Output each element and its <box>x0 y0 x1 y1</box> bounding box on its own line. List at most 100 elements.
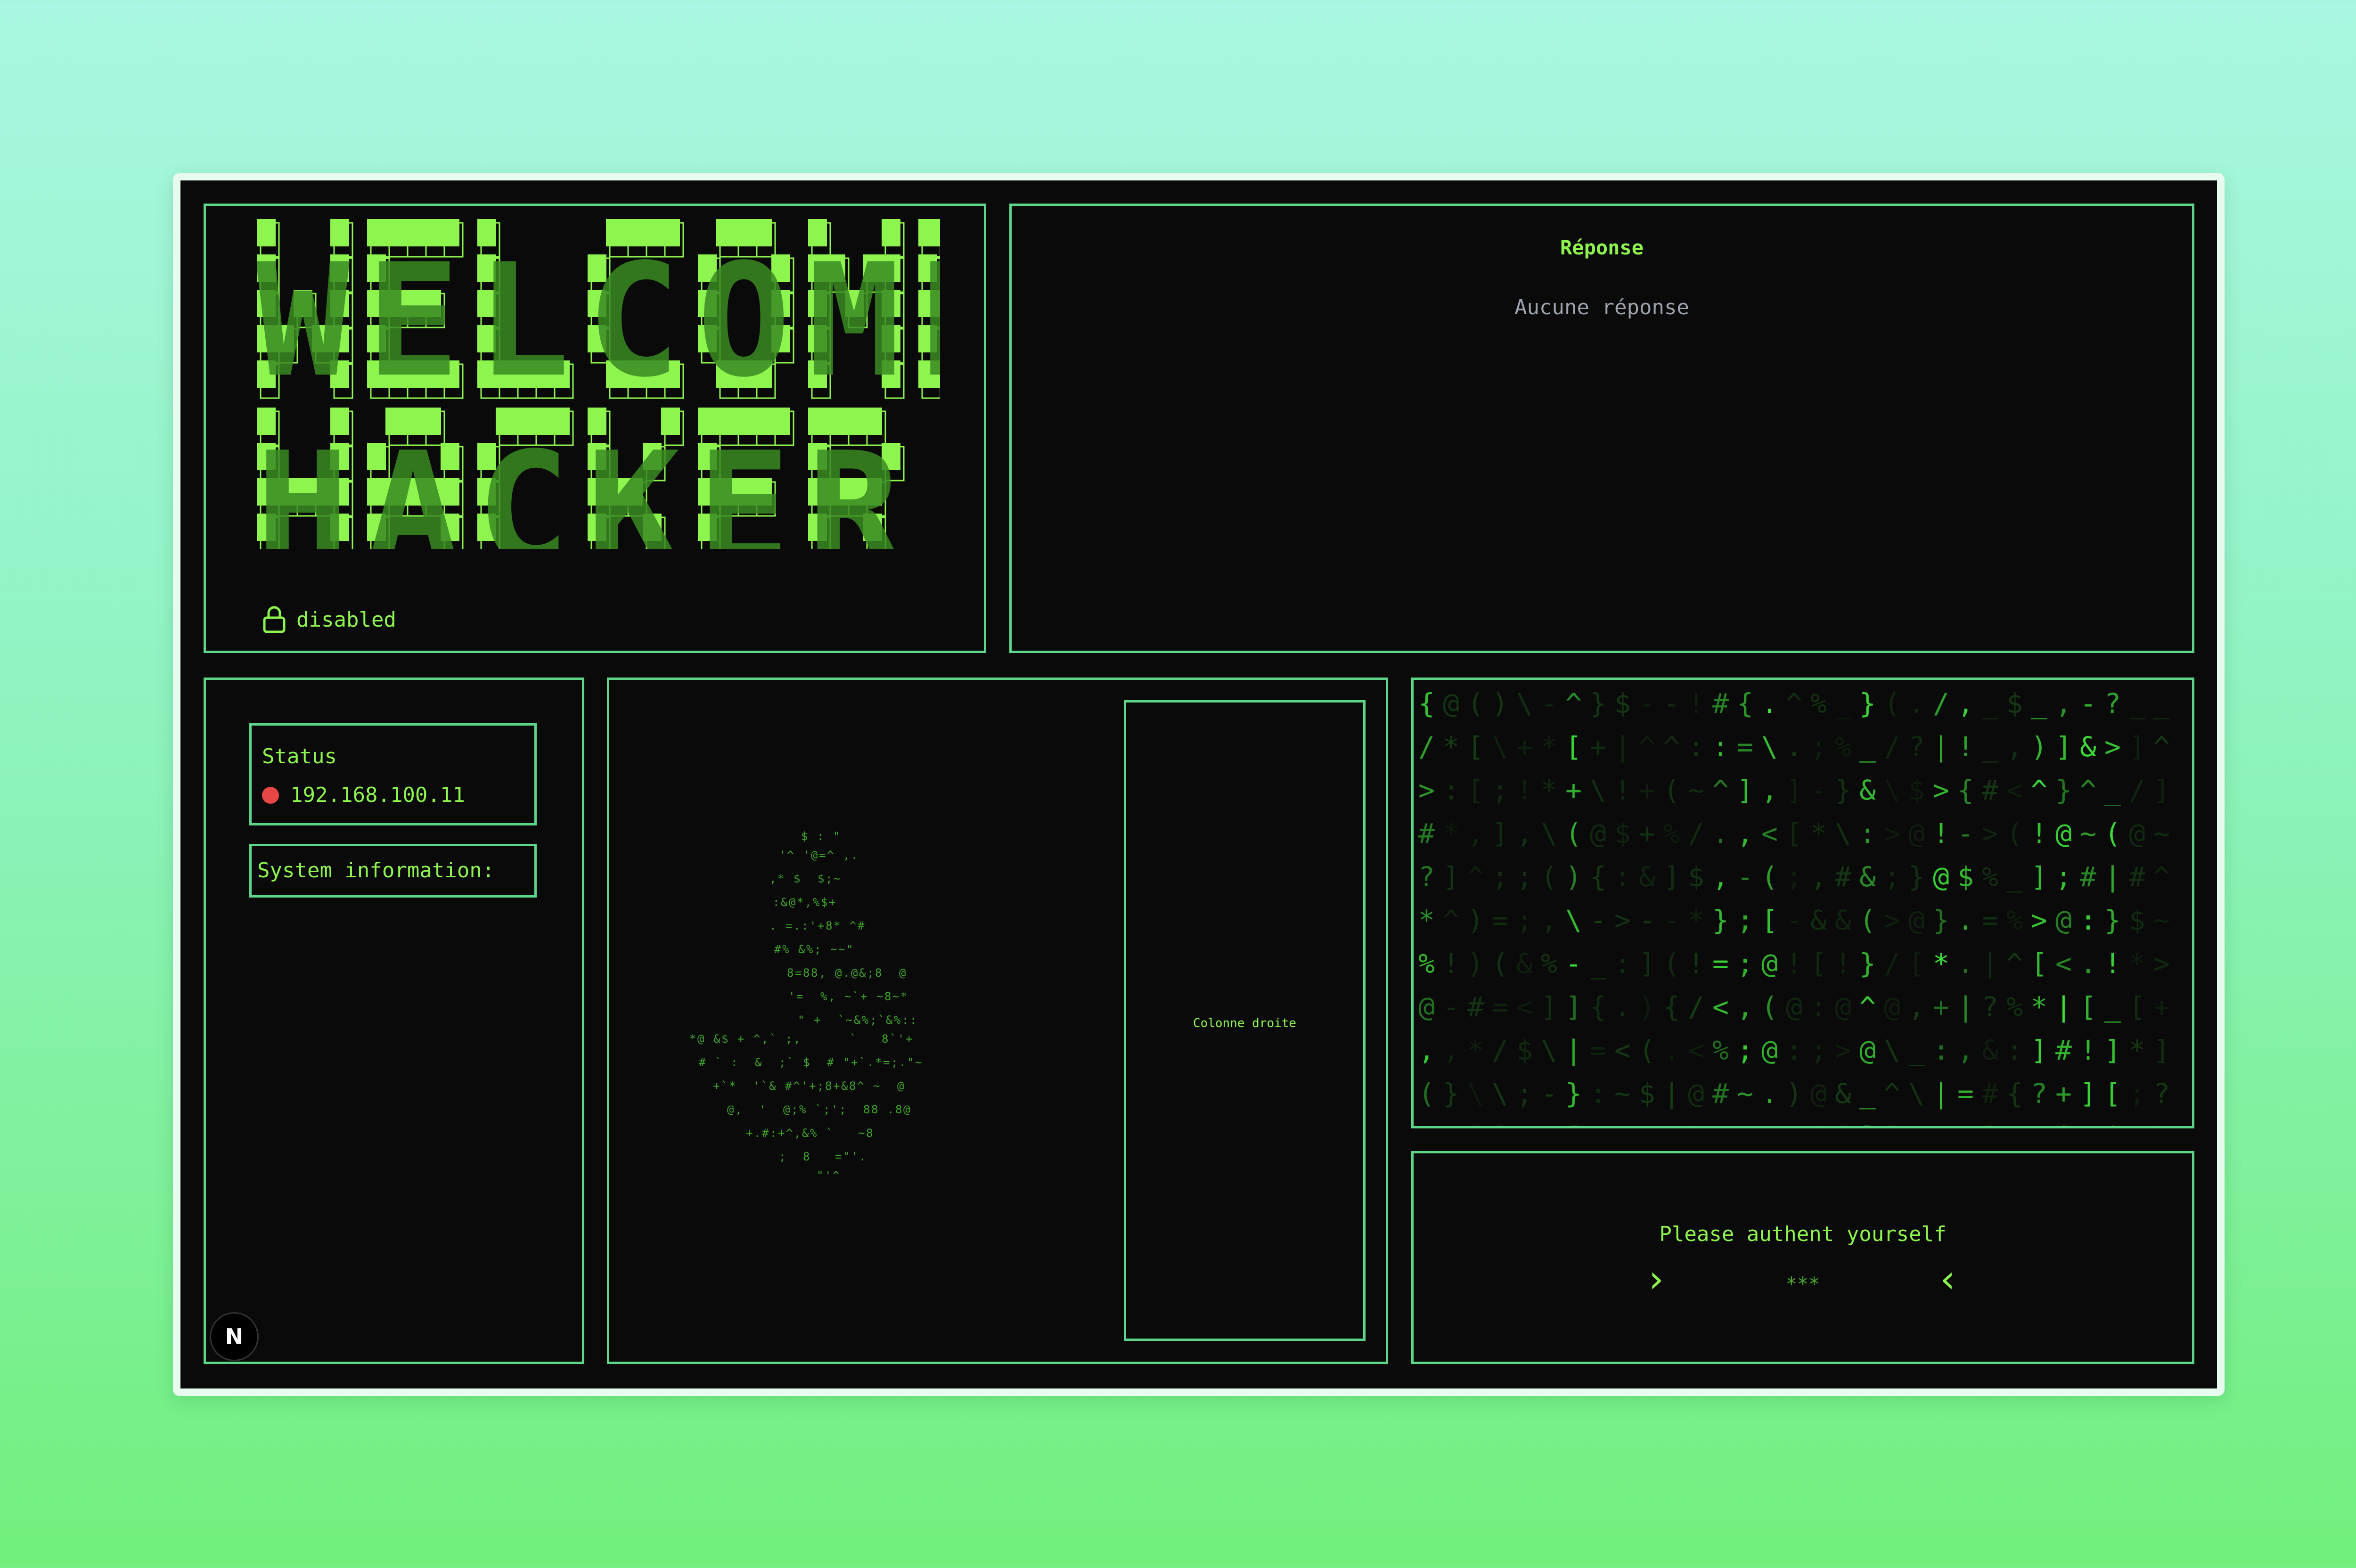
matrix-glyph: ; <box>1492 774 1508 806</box>
matrix-glyph: & <box>2080 731 2096 763</box>
matrix-glyph: \ <box>1467 1078 1484 1110</box>
ascii-art-glyph: @ <box>897 1079 904 1093</box>
n-badge-button[interactable]: N <box>210 1312 259 1361</box>
matrix-glyph: ^ <box>1859 991 1876 1023</box>
matrix-glyph: ] <box>1565 991 1582 1023</box>
matrix-glyph: , <box>1957 687 1974 719</box>
matrix-glyph: # <box>1982 774 1998 806</box>
matrix-glyph: $ <box>1516 1034 1533 1066</box>
matrix-glyph: [ <box>1761 904 1778 936</box>
matrix-glyph: ^ <box>2080 774 2096 806</box>
ascii-art-glyph: + <box>737 1032 744 1045</box>
matrix-glyph: . <box>1761 687 1778 719</box>
matrix-glyph: { <box>1663 991 1680 1023</box>
ascii-art-glyph: ~ <box>858 1127 865 1140</box>
matrix-glyph: | <box>1933 731 1949 763</box>
matrix-glyph: ! <box>1957 731 1974 763</box>
ascii-art-glyph: % <box>782 943 789 956</box>
ascii-art-glyph: " <box>817 1169 823 1182</box>
ascii-art-glyph: 8 <box>895 1103 902 1116</box>
matrix-glyph: ] <box>1639 947 1655 980</box>
ascii-art-glyph: : <box>817 831 824 843</box>
ascii-art-glyph: & <box>755 1056 762 1069</box>
matrix-glyph: ; <box>1516 904 1533 936</box>
matrix-glyph: ^ <box>1663 731 1680 763</box>
password-input[interactable]: *** <box>1786 1274 1820 1295</box>
status-indicator-dot <box>262 786 279 804</box>
matrix-glyph: , <box>1712 861 1729 893</box>
ascii-art-glyph: ' <box>810 919 816 932</box>
ascii-art-glyph: ` <box>878 1013 884 1027</box>
ascii-art-glyph: ~ <box>915 1056 922 1069</box>
ascii-art-glyph: ; <box>839 1103 846 1116</box>
ascii-art-glyph: : <box>902 1013 908 1027</box>
matrix-glyph: _ <box>1982 687 1998 719</box>
matrix-glyph: ? <box>1908 731 1925 763</box>
ascii-art-glyph: * <box>900 990 907 1003</box>
ascii-art-glyph: ' <box>753 1079 760 1093</box>
ascii-art-glyph: % <box>862 1013 869 1027</box>
matrix-glyph: + <box>1933 991 1949 1023</box>
matrix-glyph: : <box>1859 817 1876 849</box>
matrix-glyph: ] <box>1663 861 1680 893</box>
matrix-glyph: < <box>1761 817 1778 849</box>
matrix-glyph: , <box>1908 991 1925 1023</box>
matrix-glyph: , <box>1761 774 1778 806</box>
matrix-glyph: * <box>2129 1034 2145 1066</box>
ascii-art-glyph: ~ <box>838 943 845 956</box>
matrix-glyph: ] <box>2153 774 2170 806</box>
matrix-glyph: ( <box>1761 861 1778 893</box>
matrix-glyph: { <box>1467 1121 1484 1126</box>
matrix-glyph: / <box>1884 947 1900 980</box>
matrix-glyph: > <box>1884 904 1900 936</box>
matrix-glyph: _ <box>2006 861 2023 893</box>
ascii-art-glyph: " <box>843 1056 850 1069</box>
matrix-glyph: > <box>1933 774 1949 806</box>
matrix-glyph: & <box>1835 1078 1851 1110</box>
matrix-glyph: ; <box>1492 861 1508 893</box>
ascii-art-glyph: @ <box>851 966 858 980</box>
ascii-art-glyph: , <box>805 896 811 909</box>
matrix-glyph: : <box>1443 774 1459 806</box>
ascii-art-glyph: = <box>796 990 803 1003</box>
ascii-art-glyph: ; <box>870 1013 876 1027</box>
matrix-glyph: / <box>1688 991 1704 1023</box>
matrix-glyph: @ <box>1859 1034 1876 1066</box>
matrix-glyph: ! <box>2031 817 2047 849</box>
ascii-art-glyph: ^ <box>833 1169 839 1182</box>
matrix-glyph: > <box>1418 774 1435 806</box>
matrix-glyph: ; <box>1786 861 1802 893</box>
response-title: Réponse <box>1560 236 1644 259</box>
matrix-glyph: % <box>1982 861 1998 893</box>
matrix-glyph: ] <box>1982 1121 1998 1126</box>
matrix-glyph: % <box>1835 731 1851 763</box>
matrix-glyph: : <box>1810 991 1827 1023</box>
matrix-glyph: : <box>1688 731 1704 763</box>
ascii-art-glyph: , <box>735 1103 742 1116</box>
ascii-art-glyph: " <box>843 1150 850 1163</box>
matrix-glyph: } <box>2104 904 2121 936</box>
matrix-glyph: , <box>1737 817 1753 849</box>
matrix-glyph: } <box>1565 1078 1582 1110</box>
matrix-glyph: @ <box>2055 817 2072 849</box>
matrix-glyph: } <box>1835 774 1851 806</box>
matrix-glyph: \ <box>1884 1034 1900 1066</box>
matrix-glyph: - <box>1639 904 1655 936</box>
matrix-glyph: \ <box>1761 731 1778 763</box>
matrix-glyph: . <box>1663 1034 1680 1066</box>
matrix-glyph: ( <box>2006 817 2023 849</box>
matrix-glyph: ? <box>1418 861 1435 893</box>
matrix-glyph: @ <box>2129 817 2145 849</box>
matrix-glyph: | <box>1614 731 1631 763</box>
matrix-glyph: @ <box>1908 817 1925 849</box>
ascii-art-glyph: 8 <box>884 990 891 1003</box>
matrix-glyph: \ <box>1492 1078 1508 1110</box>
ascii-art-glyph: " <box>846 943 853 956</box>
matrix-glyph: = <box>1712 947 1729 980</box>
ascii-art-glyph: ^ <box>827 849 834 862</box>
matrix-glyph: ; <box>1516 861 1533 893</box>
matrix-glyph: - <box>1663 904 1680 936</box>
ascii-art-glyph: . <box>867 1056 874 1069</box>
matrix-glyph: ) <box>1688 1121 1704 1126</box>
matrix-glyph: @ <box>1590 817 1606 849</box>
